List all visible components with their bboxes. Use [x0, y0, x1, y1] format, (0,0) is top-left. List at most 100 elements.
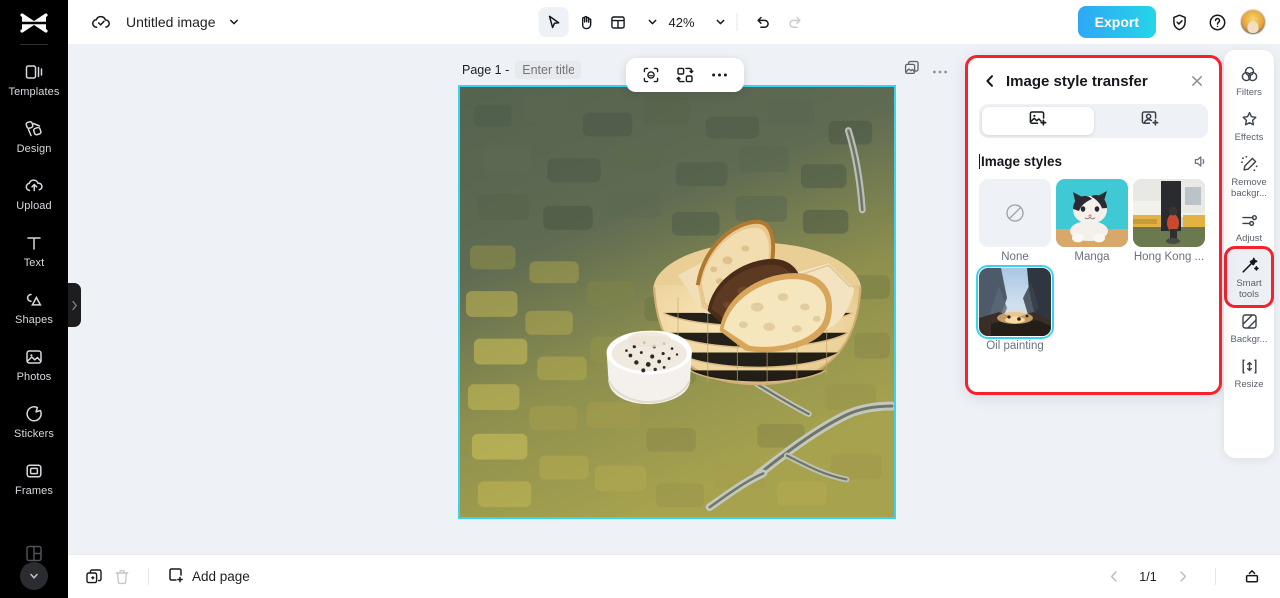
panel-tabs: [979, 104, 1208, 138]
sidebar-collapse-handle[interactable]: [68, 283, 81, 327]
page-actions: [904, 60, 948, 81]
design-icon: [23, 118, 45, 140]
help-circle-icon[interactable]: [1202, 7, 1232, 37]
hong-kong-van-thumb: [1133, 179, 1205, 247]
effects-icon: [1239, 109, 1259, 129]
zoom-value: 42%: [668, 14, 695, 30]
page-number-label: Page 1 -: [462, 63, 510, 77]
add-page-button[interactable]: Add page: [167, 566, 250, 588]
sidebar-item-upload[interactable]: Upload: [2, 165, 66, 222]
sidebar-item-stickers[interactable]: Stickers: [2, 393, 66, 450]
chevron-left-icon[interactable]: [980, 71, 1000, 91]
prev-page-button[interactable]: [1103, 566, 1125, 588]
image-float-toolbar: [626, 58, 744, 92]
style-option-none[interactable]: None: [979, 179, 1051, 263]
image-styles-section-header: Image styles: [979, 152, 1208, 170]
right-rail-item-effects[interactable]: Effects: [1227, 103, 1271, 148]
style-label: None: [1001, 251, 1029, 263]
close-icon[interactable]: [1187, 71, 1207, 91]
sidebar-label: Design: [16, 143, 52, 155]
photos-icon: [23, 346, 45, 368]
layout-tool-button[interactable]: [603, 7, 633, 37]
top-toolbar: Untitled image 42% Export: [68, 0, 1280, 44]
background-icon: [1239, 311, 1259, 331]
redo-button[interactable]: [780, 7, 810, 37]
stickers-icon: [23, 403, 45, 425]
adjust-sliders-icon: [1239, 210, 1259, 230]
toolbar-divider: [736, 13, 738, 31]
sidebar-label: Upload: [16, 200, 52, 212]
zoom-chevron-down-icon[interactable]: [715, 16, 727, 28]
sidebar-item-shapes[interactable]: Shapes: [2, 279, 66, 336]
image-style-icon: [1028, 109, 1047, 133]
add-page-label: Add page: [192, 569, 250, 584]
tab-image-styles[interactable]: [982, 107, 1094, 135]
oil-painting-valley-thumb: [979, 268, 1051, 336]
shield-check-icon[interactable]: [1164, 7, 1194, 37]
speaker-icon[interactable]: [1193, 154, 1208, 169]
canvas-tools: 42%: [538, 7, 810, 37]
document-title[interactable]: Untitled image: [126, 14, 216, 30]
trash-icon[interactable]: [108, 563, 136, 591]
panel-title: Image style transfer: [1006, 72, 1148, 90]
artboard[interactable]: [458, 85, 896, 519]
style-thumbnail: [1056, 179, 1128, 247]
chevron-down-icon[interactable]: [228, 16, 240, 28]
page-more-horizontal-icon[interactable]: [932, 62, 948, 80]
right-rail-item-filters[interactable]: Filters: [1227, 58, 1271, 103]
capcut-logo[interactable]: [14, 6, 54, 40]
select-tool-button[interactable]: [538, 7, 569, 37]
right-rail-item-resize[interactable]: Resize: [1227, 350, 1271, 395]
export-button[interactable]: Export: [1077, 6, 1156, 38]
style-option-manga[interactable]: Manga: [1056, 179, 1128, 263]
sidebar-label: Photos: [16, 371, 52, 383]
page-title-row: Page 1 -: [462, 61, 582, 79]
sidebar-item-templates[interactable]: Templates: [2, 51, 66, 108]
right-rail-label: Remove backgr...: [1231, 177, 1267, 199]
cloud-check-icon[interactable]: [90, 11, 112, 33]
undo-button[interactable]: [748, 7, 778, 37]
bottom-divider-2: [1215, 568, 1216, 585]
style-thumbnail: [976, 265, 1054, 339]
right-rail-label: Filters: [1236, 87, 1262, 98]
next-page-button[interactable]: [1171, 566, 1193, 588]
duplicate-icon[interactable]: [80, 563, 108, 591]
text-icon: [23, 232, 45, 254]
style-option-oil-painting[interactable]: Oil painting: [976, 265, 1054, 352]
hand-pan-tool-button[interactable]: [571, 7, 601, 37]
right-rail-label: Smart tools: [1236, 278, 1262, 300]
magic-cutout-icon[interactable]: [638, 62, 664, 88]
image-style-transfer-panel: Image style transfer Image styles None M…: [965, 55, 1222, 395]
page-title-input[interactable]: [515, 61, 582, 79]
sidebar-label: Shapes: [15, 314, 53, 326]
text-cursor: [979, 153, 980, 169]
float-more-horizontal-icon[interactable]: [706, 62, 732, 88]
right-rail-item-background[interactable]: Backgr...: [1227, 305, 1271, 350]
canvas-artwork: [460, 87, 894, 517]
duplicate-page-icon[interactable]: [904, 60, 920, 81]
zoom-control[interactable]: 42%: [665, 15, 727, 30]
image-styles-grid: None Manga Hong Kong ... Oil painting: [976, 179, 1208, 352]
right-rail-item-remove-background[interactable]: Remove backgr...: [1227, 148, 1271, 204]
sidebar-item-design[interactable]: Design: [2, 108, 66, 165]
sidebar-item-frames[interactable]: Frames: [2, 450, 66, 507]
sidebar-expand-button[interactable]: [20, 562, 48, 590]
add-page-icon: [167, 566, 184, 588]
filters-icon: [1239, 64, 1259, 84]
portrait-style-icon: [1140, 109, 1159, 133]
timeline-icon[interactable]: [1238, 563, 1266, 591]
remove-background-icon: [1239, 154, 1259, 174]
style-thumbnail: [979, 179, 1051, 247]
style-option-hong-kong[interactable]: Hong Kong ...: [1133, 179, 1205, 263]
right-rail-item-adjust[interactable]: Adjust: [1227, 204, 1271, 249]
right-rail-item-smart-tools[interactable]: Smart tools: [1224, 246, 1274, 308]
left-sidebar: Templates Design Upload Text Shapes Phot…: [0, 0, 68, 598]
layout-chevron-down-icon[interactable]: [647, 16, 659, 28]
panel-header: Image style transfer: [968, 58, 1219, 104]
style-label: Manga: [1074, 251, 1110, 263]
sidebar-item-text[interactable]: Text: [2, 222, 66, 279]
user-avatar[interactable]: [1240, 9, 1266, 35]
replace-image-icon[interactable]: [672, 62, 698, 88]
sidebar-item-photos[interactable]: Photos: [2, 336, 66, 393]
tab-portrait-styles[interactable]: [1094, 107, 1206, 135]
